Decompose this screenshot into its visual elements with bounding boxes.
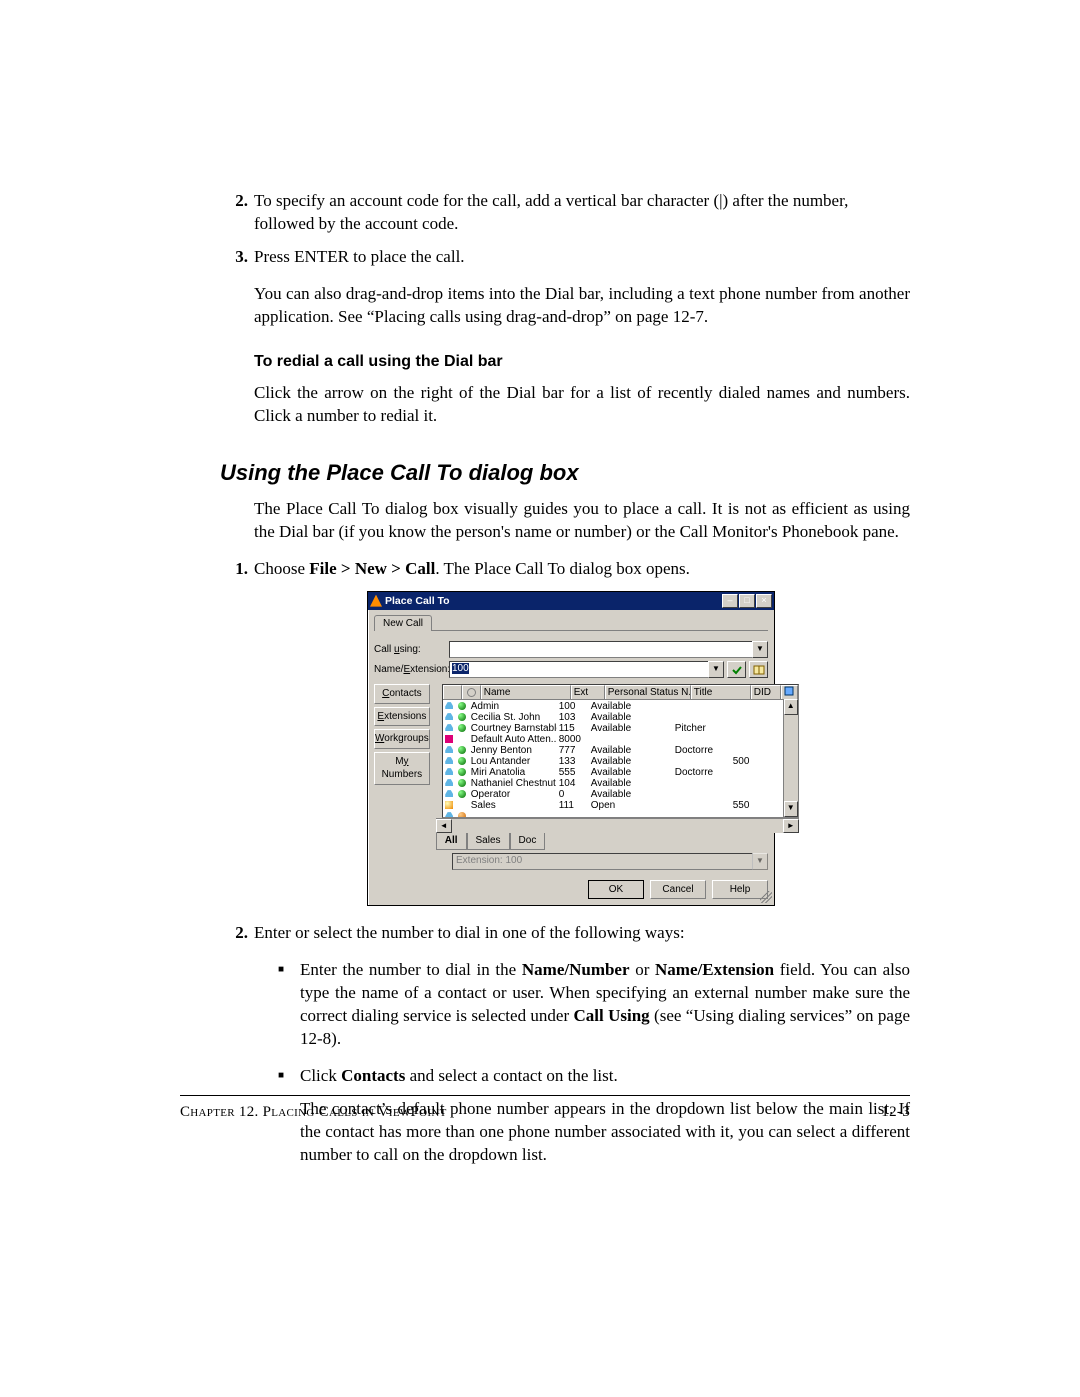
row-name-ext: Name/Extension: 100 ▼ — [374, 661, 768, 678]
list-row[interactable]: Lou Antander133Available500 — [443, 755, 798, 766]
list-row[interactable]: Operator0Available — [443, 788, 798, 799]
step-text: To specify an account code for the call,… — [254, 191, 848, 233]
name-ext-dropdown-button[interactable]: ▼ — [708, 661, 724, 678]
nav-contacts[interactable]: Contacts — [374, 684, 430, 704]
dial-check-button[interactable] — [727, 661, 746, 678]
sort-asc-icon — [558, 688, 568, 698]
nav-workgroups[interactable]: Workgroups — [374, 729, 430, 749]
heading-using-place-call: Using the Place Call To dialog box — [220, 458, 910, 488]
list-row[interactable]: Sales111Open550 — [443, 799, 798, 810]
numbered-steps-dialog: 1. Choose File > New > Call. The Place C… — [180, 558, 910, 945]
list-bottom-tabs: All Sales Doc — [436, 833, 799, 850]
scroll-up-button[interactable]: ▲ — [784, 699, 798, 715]
btab-sales[interactable]: Sales — [467, 833, 510, 850]
tab-new-call[interactable]: New Call — [374, 615, 432, 632]
dialog-mid: Contacts Extensions Workgroups My Number… — [374, 684, 768, 850]
step-2: 2. To specify an account code for the ca… — [254, 190, 910, 236]
call-using-combo[interactable] — [449, 641, 753, 658]
ways-bullets: Enter the number to dial in the Name/Num… — [180, 959, 910, 1167]
scroll-left-button[interactable]: ◄ — [436, 819, 452, 833]
vertical-scrollbar[interactable]: ▲ ▼ — [783, 699, 798, 817]
dialog-title: Place Call To — [385, 594, 721, 608]
step-number: 2. — [214, 190, 248, 213]
list-row[interactable]: Miri Anatolia555AvailableDoctorre — [443, 766, 798, 777]
list-header[interactable]: Name Ext Personal Status N... Title DID — [443, 685, 798, 700]
nav-my-numbers[interactable]: My Numbers — [374, 752, 430, 785]
page-footer: Chapter 12. Placing Calls in ViewPoint 1… — [180, 1095, 910, 1122]
step-text: Choose File > New > Call. The Place Call… — [254, 559, 690, 578]
cancel-button[interactable]: Cancel — [650, 880, 706, 900]
step-3: 3. Press ENTER to place the call. — [254, 246, 910, 269]
scroll-down-button[interactable]: ▼ — [784, 801, 798, 817]
col-name[interactable]: Name — [481, 685, 571, 699]
scroll-right-button[interactable]: ► — [783, 819, 799, 833]
col-did[interactable]: DID — [751, 685, 781, 699]
col-end-button[interactable] — [781, 685, 798, 699]
col-psn[interactable]: Personal Status N... — [605, 685, 691, 699]
col-icon2[interactable] — [462, 685, 481, 699]
btab-doc[interactable]: Doc — [510, 833, 546, 850]
maximize-button[interactable]: □ — [739, 594, 755, 608]
name-extension-input[interactable]: 100 — [449, 661, 709, 678]
call-using-dropdown-button[interactable]: ▼ — [752, 641, 768, 658]
list-panel: Name Ext Personal Status N... Title DID — [436, 684, 799, 850]
paragraph-place-call-intro: The Place Call To dialog box visually gu… — [180, 498, 910, 544]
step-d2: 2. Enter or select the number to dial in… — [254, 922, 910, 945]
list-row[interactable]: Nathaniel Chestnut104Available — [443, 777, 798, 788]
dialog-titlebar[interactable]: Place Call To – □ × — [368, 592, 774, 610]
col-ext[interactable]: Ext — [571, 685, 605, 699]
dialog-body: New Call Call using: ▼ Name/Extension: 1… — [368, 610, 774, 906]
tab-strip: New Call — [374, 614, 768, 632]
paragraph-redial: Click the arrow on the right of the Dial… — [180, 382, 910, 428]
contacts-list[interactable]: Name Ext Personal Status N... Title DID — [442, 684, 799, 818]
step-number: 2. — [214, 922, 248, 945]
close-button[interactable]: × — [756, 594, 772, 608]
list-rows: Admin100AvailableCecilia St. John103Avai… — [443, 700, 798, 818]
step-number: 3. — [214, 246, 248, 269]
step-text: Press ENTER to place the call. — [254, 247, 465, 266]
status-header-icon — [467, 688, 476, 697]
list-row[interactable] — [443, 810, 798, 818]
dialog-icon — [370, 595, 382, 607]
dialog-buttons: OK Cancel Help — [374, 880, 768, 900]
nav-extensions[interactable]: Extensions — [374, 707, 430, 727]
resize-grip-icon[interactable] — [760, 891, 772, 903]
ok-button[interactable]: OK — [588, 880, 644, 900]
extension-dropdown-button: ▼ — [752, 853, 768, 870]
step-number: 1. — [214, 558, 248, 581]
minimize-button[interactable]: – — [722, 594, 738, 608]
btab-all[interactable]: All — [436, 833, 467, 850]
extension-display[interactable]: Extension: 100 — [452, 853, 753, 870]
numbered-steps-top: 2. To specify an account code for the ca… — [180, 190, 910, 269]
address-book-button[interactable] — [749, 661, 768, 678]
bullet-1: Enter the number to dial in the Name/Num… — [300, 959, 910, 1051]
list-row[interactable]: Courtney Barnstable115AvailablePitcher — [443, 722, 798, 733]
extension-line: Extension: 100 ▼ — [452, 853, 768, 870]
sort-icon — [771, 688, 778, 698]
label-call-using: Call using: — [374, 643, 449, 657]
place-call-to-dialog: Place Call To – □ × New Call Call using:… — [367, 591, 775, 907]
footer-chapter: Chapter 12. Placing Calls in ViewPoint — [180, 1102, 447, 1122]
horizontal-scrollbar[interactable]: ◄ ► — [436, 818, 799, 833]
list-row[interactable]: Cecilia St. John103Available — [443, 711, 798, 722]
subhead-redial: To redial a call using the Dial bar — [254, 351, 910, 373]
list-row[interactable]: Jenny Benton777AvailableDoctorre — [443, 744, 798, 755]
col-icon1[interactable] — [443, 685, 462, 699]
label-name-ext: Name/Extension: — [374, 663, 449, 677]
paragraph-dragdrop: You can also drag-and-drop items into th… — [180, 283, 910, 329]
col-title[interactable]: Title — [691, 685, 751, 699]
footer-page-number: 12-3 — [881, 1102, 910, 1122]
list-row[interactable]: Admin100Available — [443, 700, 798, 711]
row-call-using: Call using: ▼ — [374, 641, 768, 658]
step-d1: 1. Choose File > New > Call. The Place C… — [254, 558, 910, 906]
document-body: 2. To specify an account code for the ca… — [180, 190, 910, 1181]
nav-buttons: Contacts Extensions Workgroups My Number… — [374, 684, 430, 850]
step-text: Enter or select the number to dial in on… — [254, 923, 685, 942]
list-row[interactable]: Default Auto Atten...8000 — [443, 733, 798, 744]
